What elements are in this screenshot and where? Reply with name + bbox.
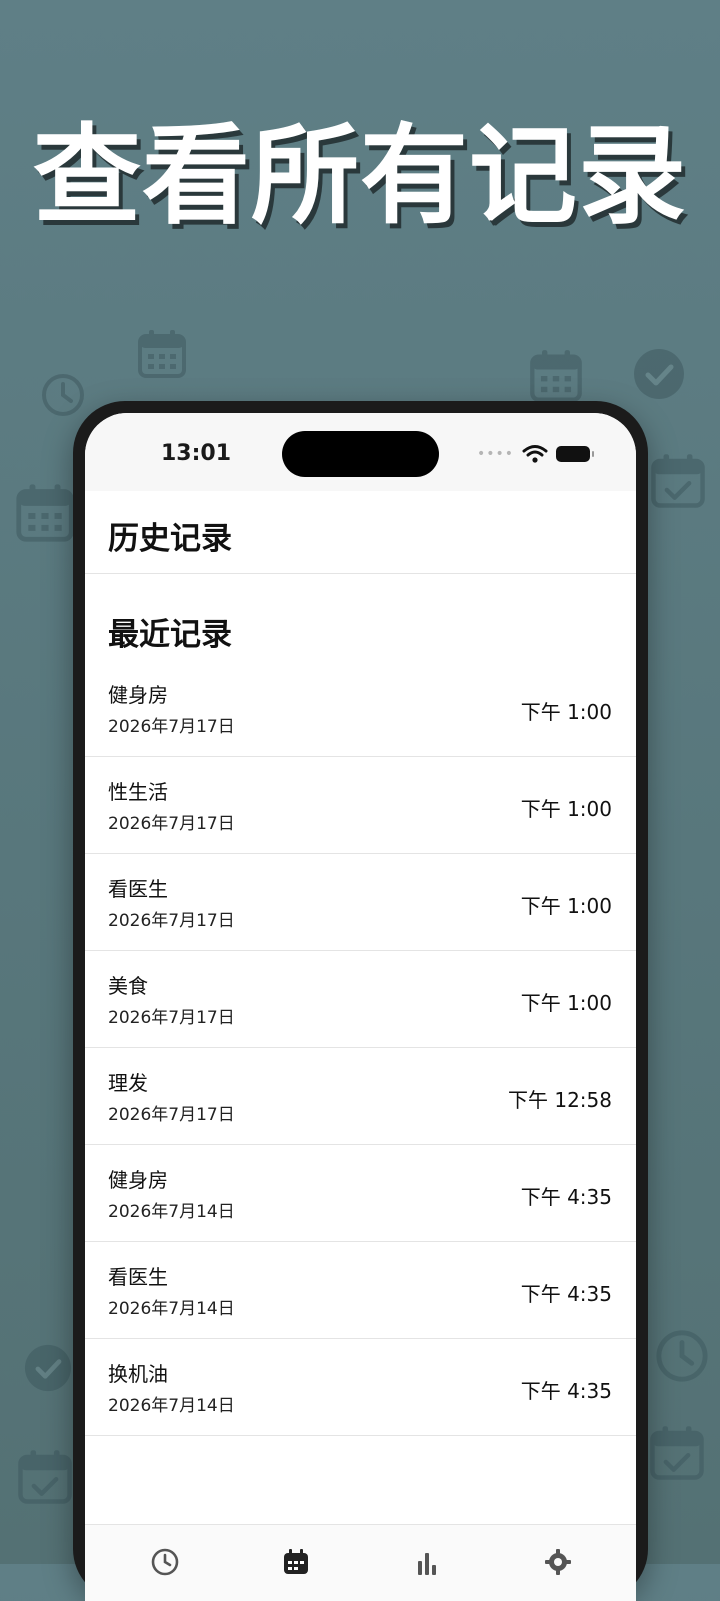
- calendar-icon: [530, 350, 582, 402]
- list-item[interactable]: 换机油 2026年7月14日 下午 4:35: [85, 1339, 636, 1436]
- tab-bar-chart-icon[interactable]: [412, 1547, 442, 1577]
- battery-icon: [556, 446, 595, 462]
- section-title: 最近记录: [108, 617, 232, 653]
- records-list: 健身房 2026年7月17日 下午 1:00 性生活 2026年7月17日 下午…: [85, 660, 636, 1436]
- record-date: 2026年7月17日: [108, 814, 235, 834]
- record-time: 下午 4:35: [520, 1185, 612, 1209]
- dynamic-island: [282, 431, 439, 477]
- tab-bar: [85, 1524, 636, 1601]
- record-time: 下午 1:00: [520, 894, 612, 918]
- record-date: 2026年7月14日: [108, 1299, 235, 1319]
- clock-icon: [42, 374, 84, 416]
- tab-gear-icon[interactable]: [543, 1547, 573, 1577]
- record-title: 换机油: [108, 1362, 168, 1386]
- tab-calendar-icon[interactable]: [281, 1547, 311, 1577]
- calendar-check-icon: [18, 1450, 72, 1504]
- cellular-signal-icon: ••••: [477, 446, 515, 462]
- record-date: 2026年7月17日: [108, 1105, 235, 1125]
- list-item[interactable]: 健身房 2026年7月14日 下午 4:35: [85, 1145, 636, 1242]
- record-title: 看医生: [108, 1265, 168, 1289]
- phone-frame: 13:01 •••• 历史记录 最近记录 健身房 2026年7月17日 下午 1…: [73, 401, 648, 1601]
- record-title: 性生活: [108, 780, 168, 804]
- status-time: 13:01: [161, 441, 232, 466]
- record-time: 下午 4:35: [520, 1282, 612, 1306]
- list-item[interactable]: 美食 2026年7月17日 下午 1:00: [85, 951, 636, 1048]
- calendar-check-icon: [651, 454, 705, 508]
- list-item[interactable]: 看医生 2026年7月14日 下午 4:35: [85, 1242, 636, 1339]
- checkmark-circle-icon: [24, 1344, 72, 1392]
- record-time: 下午 1:00: [520, 991, 612, 1015]
- list-item[interactable]: 健身房 2026年7月17日 下午 1:00: [85, 660, 636, 757]
- record-title: 健身房: [108, 683, 168, 707]
- navigation-bar: 历史记录: [85, 491, 636, 574]
- list-item[interactable]: 理发 2026年7月17日 下午 12:58: [85, 1048, 636, 1145]
- record-title: 美食: [108, 974, 148, 998]
- wifi-icon: [522, 445, 548, 463]
- record-title: 理发: [108, 1071, 148, 1095]
- promo-headline: 查看所有记录: [32, 114, 687, 239]
- record-time: 下午 1:00: [520, 797, 612, 821]
- record-time: 下午 12:58: [508, 1088, 612, 1112]
- clock-icon: [656, 1330, 708, 1382]
- calendar-check-icon: [650, 1426, 704, 1480]
- status-bar: 13:01 ••••: [85, 413, 636, 491]
- record-time: 下午 1:00: [520, 700, 612, 724]
- checkmark-circle-icon: [634, 349, 684, 399]
- record-date: 2026年7月17日: [108, 911, 235, 931]
- record-title: 健身房: [108, 1168, 168, 1192]
- list-item[interactable]: 看医生 2026年7月17日 下午 1:00: [85, 854, 636, 951]
- record-date: 2026年7月17日: [108, 717, 235, 737]
- page-title: 历史记录: [108, 521, 232, 557]
- record-date: 2026年7月14日: [108, 1396, 235, 1416]
- phone-screen: 13:01 •••• 历史记录 最近记录 健身房 2026年7月17日 下午 1…: [85, 413, 636, 1601]
- list-item[interactable]: 性生活 2026年7月17日 下午 1:00: [85, 757, 636, 854]
- record-title: 看医生: [108, 877, 168, 901]
- status-indicators: ••••: [477, 443, 595, 465]
- calendar-icon: [138, 330, 186, 378]
- tab-history-clock-icon[interactable]: [150, 1547, 180, 1577]
- record-date: 2026年7月17日: [108, 1008, 235, 1028]
- calendar-check-icon: [16, 484, 74, 542]
- record-date: 2026年7月14日: [108, 1202, 235, 1222]
- record-time: 下午 4:35: [520, 1379, 612, 1403]
